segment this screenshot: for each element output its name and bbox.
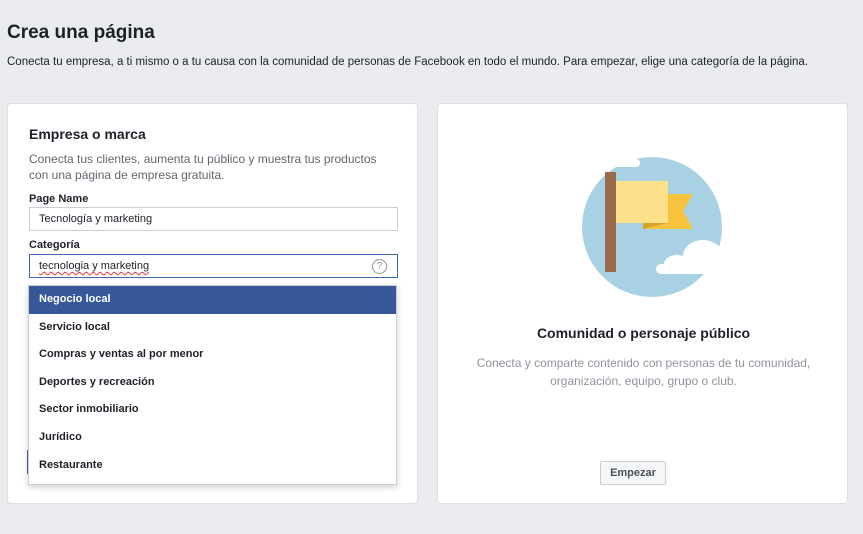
business-card-title: Empresa o marca (29, 126, 146, 142)
page-title: Crea una página (7, 22, 155, 43)
category-input[interactable]: tecnologia y marketing ? (29, 254, 398, 278)
dropdown-item-juridico[interactable]: Jurídico (29, 424, 396, 452)
dropdown-item-servicio-local[interactable]: Servicio local (29, 314, 396, 342)
community-card-title: Comunidad o personaje público (536, 325, 751, 341)
page-name-value: Tecnología y marketing (39, 213, 153, 225)
dropdown-item-compras-ventas[interactable]: Compras y ventas al por menor (29, 341, 396, 369)
dropdown-item-restaurante[interactable]: Restaurante (29, 452, 396, 480)
dropdown-item-negocio-local[interactable]: Negocio local (29, 286, 396, 314)
community-card: Comunidad o personaje público Conecta y … (437, 103, 848, 504)
flag-illustration (570, 145, 738, 297)
dropdown-item-deportes[interactable]: Deportes y recreación (29, 369, 396, 397)
category-label: Categoría (29, 239, 80, 251)
community-card-description: Conecta y comparte contenido con persona… (476, 356, 811, 388)
category-value: tecnologia y marketing (39, 260, 150, 272)
business-card-description: Conecta tus clientes, aumenta tu público… (29, 152, 377, 182)
page-name-label: Page Name (29, 193, 89, 205)
page-name-input[interactable]: Tecnología y marketing (29, 207, 398, 231)
page-subtitle: Conecta tu empresa, a ti mismo o a tu ca… (7, 56, 809, 68)
start-button[interactable]: Empezar (600, 461, 666, 485)
category-dropdown: Negocio local Servicio local Compras y v… (28, 285, 397, 485)
dropdown-item-inmobiliario[interactable]: Sector inmobiliario (29, 396, 396, 424)
question-circle-icon[interactable]: ? (372, 259, 387, 274)
